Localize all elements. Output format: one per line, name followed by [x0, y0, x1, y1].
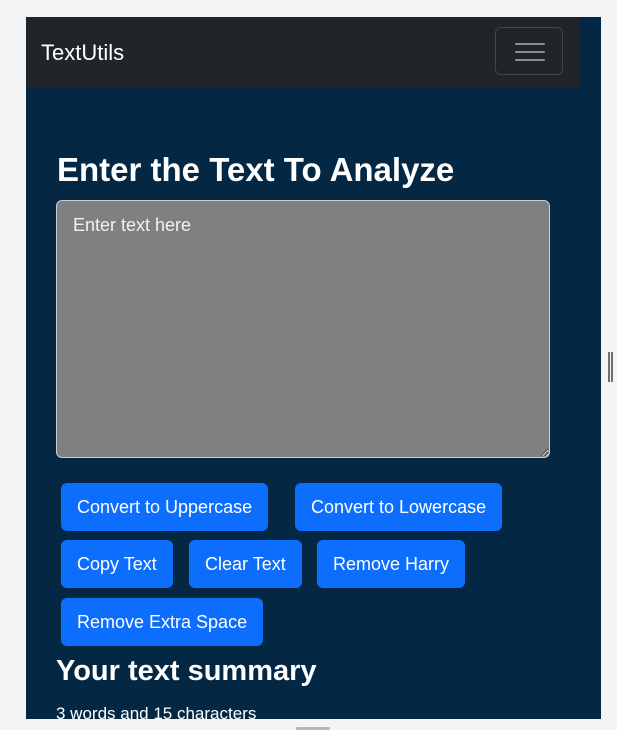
summary-stats: 3 words and 15 characters	[56, 704, 257, 719]
convert-uppercase-button[interactable]: Convert to Uppercase	[61, 483, 269, 531]
clear-text-button[interactable]: Clear Text	[189, 540, 302, 588]
resize-grip-icon[interactable]	[608, 352, 613, 382]
navbar-toggler-button[interactable]	[495, 27, 563, 75]
navbar: TextUtils	[26, 17, 580, 87]
text-input[interactable]	[56, 200, 550, 458]
convert-lowercase-button[interactable]: Convert to Lowercase	[295, 483, 503, 531]
remove-harry-button[interactable]: Remove Harry	[317, 540, 466, 588]
page-heading: Enter the Text To Analyze	[57, 151, 455, 188]
summary-title: Your text summary	[56, 655, 317, 687]
navbar-brand[interactable]: TextUtils	[41, 39, 124, 67]
app-viewport: TextUtils Enter the Text To Analyze Conv…	[26, 17, 601, 719]
copy-text-button[interactable]: Copy Text	[61, 540, 173, 588]
remove-extra-space-button[interactable]: Remove Extra Space	[61, 598, 264, 646]
